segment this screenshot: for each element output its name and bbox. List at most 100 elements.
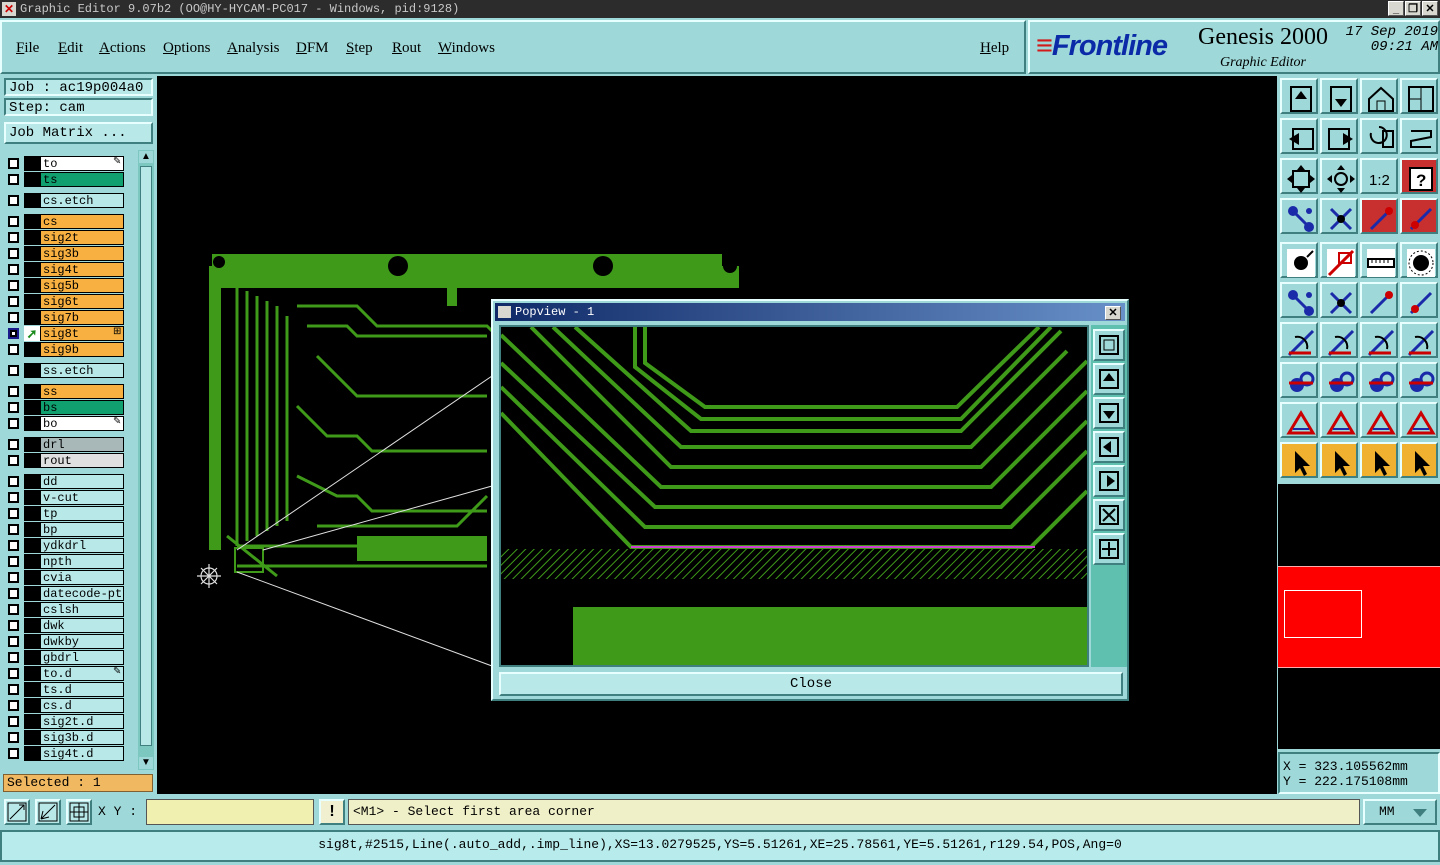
triangle-icon[interactable] xyxy=(1280,402,1318,438)
line-icon[interactable] xyxy=(1320,242,1358,278)
layer-checkbox[interactable] xyxy=(8,365,19,376)
select-box2-icon[interactable] xyxy=(1360,442,1398,478)
layer-row-gbdrl[interactable]: gbdrl xyxy=(5,650,125,665)
layer-checkbox[interactable] xyxy=(8,748,19,759)
layer-slot[interactable] xyxy=(24,294,40,309)
layer-row-sig3b[interactable]: sig3b xyxy=(5,246,125,261)
layer-name[interactable]: cvia xyxy=(40,570,124,585)
layer-checkbox[interactable] xyxy=(8,264,19,275)
layer-row-sig2t.d[interactable]: sig2t.d xyxy=(5,714,125,729)
snap-icon[interactable] xyxy=(1320,198,1358,234)
maximize-button[interactable]: ❐ xyxy=(1405,1,1421,16)
layer-name[interactable]: cs.d xyxy=(40,698,124,713)
layer-slot[interactable] xyxy=(24,437,40,452)
fit-profile-icon[interactable] xyxy=(1320,158,1358,194)
layer-name[interactable]: dwk xyxy=(40,618,124,633)
layer-name[interactable]: sig3b.d xyxy=(40,730,124,745)
layer-row-cs.d[interactable]: cs.d xyxy=(5,698,125,713)
layer-checkbox[interactable] xyxy=(8,312,19,323)
layer-name[interactable]: bo xyxy=(40,416,124,431)
scroll-up-icon[interactable]: ▲ xyxy=(139,151,153,163)
layer-name[interactable]: bp xyxy=(40,522,124,537)
layer-slot[interactable] xyxy=(24,214,40,229)
layer-slot[interactable] xyxy=(24,310,40,325)
layer-checkbox[interactable] xyxy=(8,328,19,339)
layer-row-rout[interactable]: rout xyxy=(5,453,125,468)
menu-help[interactable]: Help xyxy=(980,40,1009,57)
menu-options[interactable]: Options xyxy=(163,40,211,57)
layer-checkbox[interactable] xyxy=(8,620,19,631)
layer-slot[interactable] xyxy=(24,682,40,697)
pan-right-icon[interactable] xyxy=(1320,118,1358,154)
minus-line-icon[interactable] xyxy=(1320,362,1358,398)
layer-checkbox[interactable] xyxy=(8,684,19,695)
layer-row-ss.etch[interactable]: ss.etch xyxy=(5,363,125,378)
layer-name[interactable]: dd xyxy=(40,474,124,489)
layer-name[interactable]: dwkby xyxy=(40,634,124,649)
layer-slot[interactable] xyxy=(24,363,40,378)
pan-left-icon[interactable] xyxy=(1280,118,1318,154)
layer-checkbox[interactable] xyxy=(8,195,19,206)
layer-checkbox[interactable] xyxy=(8,508,19,519)
layer-name[interactable]: to xyxy=(40,156,124,171)
layer-checkbox[interactable] xyxy=(8,344,19,355)
layer-row-bo[interactable]: bo ✎ xyxy=(5,416,125,431)
zoom-area-icon[interactable] xyxy=(4,799,30,825)
layer-name[interactable]: sig5b xyxy=(40,278,124,293)
layer-name[interactable]: tp xyxy=(40,506,124,521)
layer-name[interactable]: cslsh xyxy=(40,602,124,617)
diag-line-icon[interactable] xyxy=(1320,322,1358,358)
layer-checkbox[interactable] xyxy=(8,232,19,243)
layer-row-dwkby[interactable]: dwkby xyxy=(5,634,125,649)
menu-actions[interactable]: Actions xyxy=(99,40,146,57)
measure-icon[interactable] xyxy=(35,799,61,825)
layer-slot[interactable] xyxy=(24,698,40,713)
dot-icon[interactable] xyxy=(1400,242,1438,278)
layer-slot[interactable] xyxy=(24,570,40,585)
layer-checkbox[interactable] xyxy=(8,174,19,185)
layer-checkbox[interactable] xyxy=(8,572,19,583)
layer-name[interactable]: drl xyxy=(40,437,124,452)
layer-name[interactable]: to.d xyxy=(40,666,124,681)
multi-circle-icon[interactable] xyxy=(1400,362,1438,398)
arrow-line-icon[interactable] xyxy=(1360,282,1398,318)
menu-dfm[interactable]: DFM xyxy=(296,40,329,57)
menu-file[interactable]: File xyxy=(16,40,39,57)
layer-slot[interactable] xyxy=(24,262,40,277)
layer-slot[interactable] xyxy=(24,714,40,729)
layer-name[interactable]: rout xyxy=(40,453,124,468)
minimize-button[interactable]: _ xyxy=(1388,1,1404,16)
layer-name[interactable]: npth xyxy=(40,554,124,569)
layer-name[interactable]: cs xyxy=(40,214,124,229)
units-select[interactable]: MM xyxy=(1363,799,1437,825)
layer-row-drl[interactable]: drl xyxy=(5,437,125,452)
select-arrow-icon[interactable] xyxy=(1280,442,1318,478)
layer-checkbox[interactable] xyxy=(8,540,19,551)
layer-name[interactable]: sig9b xyxy=(40,342,124,357)
layer-row-cvia[interactable]: cvia xyxy=(5,570,125,585)
layer-name[interactable]: sig4t.d xyxy=(40,746,124,761)
layer-scrollbar[interactable]: ▲ ▼ xyxy=(138,150,154,770)
menu-windows[interactable]: Windows xyxy=(438,40,495,57)
layer-row-bp[interactable]: bp xyxy=(5,522,125,537)
layer-checkbox[interactable] xyxy=(8,604,19,615)
layer-name[interactable]: ydkdrl xyxy=(40,538,124,553)
layer-name[interactable]: cs.etch xyxy=(40,193,124,208)
triangle3-icon[interactable] xyxy=(1360,402,1398,438)
popview-close-button[interactable]: Close xyxy=(499,672,1123,696)
layer-checkbox[interactable] xyxy=(8,588,19,599)
zoom-home-icon[interactable] xyxy=(1280,78,1318,114)
help-query-icon[interactable]: ? xyxy=(1400,158,1438,194)
redraw-icon[interactable] xyxy=(1400,118,1438,154)
layer-checkbox[interactable] xyxy=(8,652,19,663)
work-layer-arrow-icon[interactable]: ➚ xyxy=(24,326,40,341)
scroll-thumb[interactable] xyxy=(140,166,152,746)
angle-icon[interactable] xyxy=(1280,322,1318,358)
menu-rout[interactable]: Rout xyxy=(392,40,421,57)
layer-slot[interactable] xyxy=(24,156,40,171)
layer-checkbox[interactable] xyxy=(8,418,19,429)
layer-checkbox[interactable] xyxy=(8,439,19,450)
layer-name[interactable]: ss.etch xyxy=(40,363,124,378)
layer-slot[interactable] xyxy=(24,278,40,293)
layer-slot[interactable] xyxy=(24,474,40,489)
